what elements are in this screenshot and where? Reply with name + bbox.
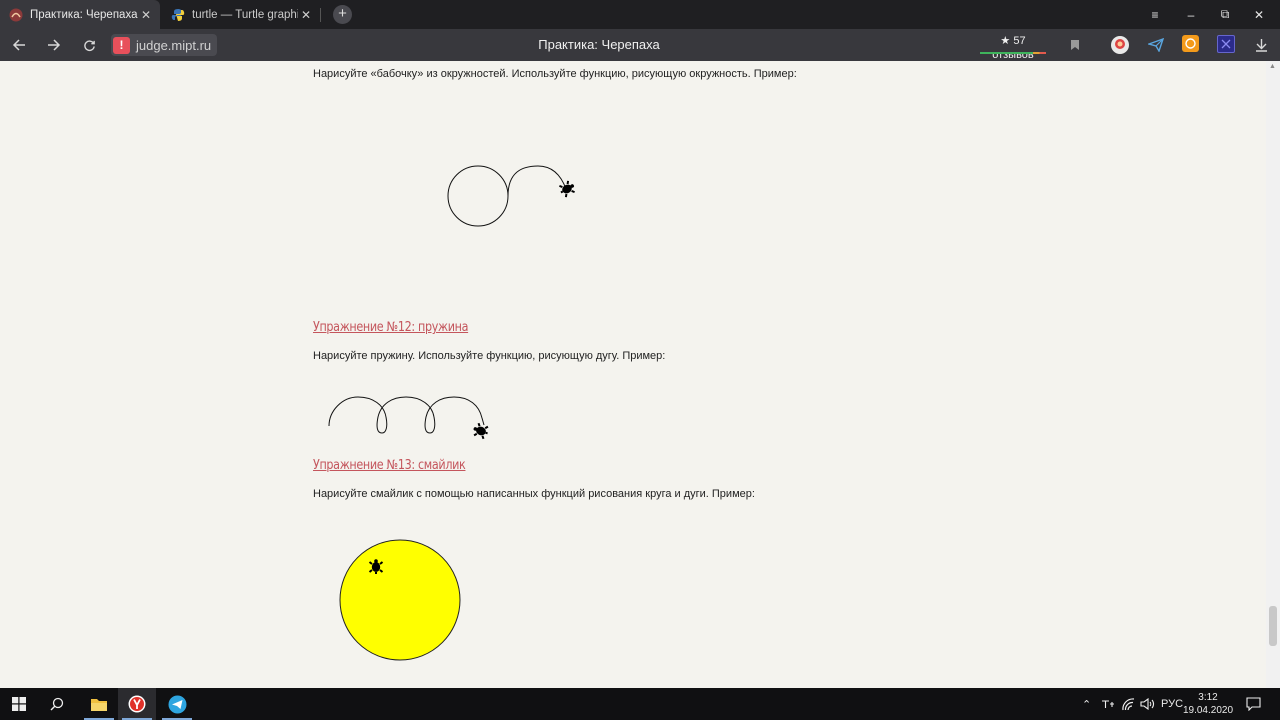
taskbar-file-explorer[interactable] <box>80 688 118 720</box>
close-icon: ✕ <box>1253 7 1265 22</box>
reviews-rating-bar <box>980 52 1046 54</box>
action-center-button[interactable] <box>1246 688 1261 720</box>
search-icon <box>50 697 64 711</box>
tab-title: turtle — Turtle graphics — <box>192 8 298 21</box>
exercise-13-heading[interactable]: Упражнение №13: смайлик <box>313 458 466 473</box>
arrow-right-icon <box>48 39 61 51</box>
address-bar[interactable]: ! judge.mipt.ru <box>111 34 217 56</box>
windows-taskbar: ⌃ РУС 3:12 19.04.2020 <box>0 688 1280 720</box>
spring-example-image <box>328 396 489 440</box>
download-icon <box>1255 39 1267 52</box>
tray-keyboard-icon[interactable] <box>1101 688 1115 720</box>
reviews-badge[interactable]: ★ 57 отзывов <box>979 34 1047 61</box>
butterfly-arc <box>507 165 567 197</box>
bookmark-button[interactable] <box>1064 34 1086 56</box>
clock-time: 3:12 <box>1198 692 1218 703</box>
folder-icon <box>91 698 107 711</box>
turtle-icon <box>473 422 489 440</box>
restore-icon: ⧉ <box>1220 7 1230 21</box>
butterfly-circle <box>447 165 509 227</box>
smiley-face-circle <box>339 539 461 661</box>
taskbar-clock[interactable]: 3:12 19.04.2020 <box>1182 691 1234 717</box>
paper-plane-icon <box>1148 38 1164 52</box>
taskbar-yandex-browser[interactable] <box>118 688 156 720</box>
exercise-12-heading[interactable]: Упражнение №12: пружина <box>313 320 468 335</box>
spring-coil <box>328 396 485 434</box>
tab-turtle-graphics[interactable]: turtle — Turtle graphics — ✕ <box>162 0 320 29</box>
page-title: Практика: Черепаха <box>538 37 660 52</box>
back-button[interactable] <box>8 34 30 56</box>
clock-date: 19.04.2020 <box>1182 705 1234 716</box>
vertical-scrollbar[interactable]: ▲ <box>1266 61 1280 688</box>
turtle-icon <box>559 180 575 198</box>
exercise-12-instructions: Нарисуйте пружину. Используйте функцию, … <box>313 350 666 362</box>
taskbar-telegram[interactable] <box>158 688 196 720</box>
notification-icon <box>1246 697 1261 711</box>
start-button[interactable] <box>0 688 38 720</box>
tab-close-icon[interactable]: ✕ <box>138 8 154 22</box>
page-content: Нарисуйте «бабочку» из окружностей. Испо… <box>0 61 1280 688</box>
windows-logo-icon <box>12 697 26 711</box>
tray-wifi-icon[interactable] <box>1121 688 1136 720</box>
telegram-icon <box>168 695 186 713</box>
whatsapp-extension-icon[interactable] <box>1182 35 1199 52</box>
site-favicon-icon <box>9 8 23 21</box>
extension-x-icon[interactable] <box>1217 35 1235 53</box>
tab-turtle-practice[interactable]: Практика: Черепаха ✕ <box>0 0 160 29</box>
telegram-extension-button[interactable] <box>1145 34 1167 56</box>
extension-avatar-icon[interactable] <box>1111 36 1129 54</box>
browser-menu-button[interactable]: ≡ <box>1138 0 1172 29</box>
restore-button[interactable]: ⧉ <box>1208 0 1242 29</box>
insecure-warning-icon[interactable]: ! <box>113 36 130 54</box>
butterfly-instructions: Нарисуйте «бабочку» из окружностей. Испо… <box>313 68 797 80</box>
tray-language-indicator[interactable]: РУС <box>1161 688 1183 720</box>
butterfly-example-image <box>447 165 575 227</box>
reviews-label: ★ 57 отзывов <box>992 35 1034 61</box>
tab-title: Практика: Черепаха <box>30 8 138 21</box>
tab-strip: Практика: Черепаха ✕ turtle — Turtle gra… <box>0 0 1280 29</box>
scrollbar-thumb[interactable] <box>1269 606 1277 646</box>
bookmark-icon <box>1071 40 1079 50</box>
arrow-left-icon <box>12 39 25 51</box>
minimize-icon: – <box>1187 7 1195 22</box>
scroll-up-arrow-icon[interactable]: ▲ <box>1269 63 1277 71</box>
tab-close-icon[interactable]: ✕ <box>298 8 314 22</box>
python-icon <box>171 8 185 21</box>
tab-divider <box>320 8 321 22</box>
close-window-button[interactable]: ✕ <box>1242 0 1276 29</box>
exercise-13-instructions: Нарисуйте смайлик с помощью написанных ф… <box>313 488 755 500</box>
menu-icon: ≡ <box>1151 7 1159 22</box>
yandex-browser-icon <box>128 695 146 713</box>
new-tab-button[interactable]: + <box>333 5 352 24</box>
forward-button[interactable] <box>43 34 65 56</box>
minimize-button[interactable]: – <box>1174 0 1208 29</box>
browser-toolbar: ! judge.mipt.ru Практика: Черепаха ★ 57 … <box>0 29 1280 61</box>
tray-volume-icon[interactable] <box>1140 688 1155 720</box>
reload-icon <box>83 39 95 51</box>
tray-show-hidden-icons[interactable]: ⌃ <box>1082 688 1091 720</box>
address-host: judge.mipt.ru <box>136 37 212 53</box>
reload-button[interactable] <box>78 34 100 56</box>
chevron-up-icon: ⌃ <box>1082 698 1092 711</box>
search-button[interactable] <box>38 688 76 720</box>
smiley-example-image <box>339 539 461 661</box>
downloads-button[interactable] <box>1250 34 1272 56</box>
